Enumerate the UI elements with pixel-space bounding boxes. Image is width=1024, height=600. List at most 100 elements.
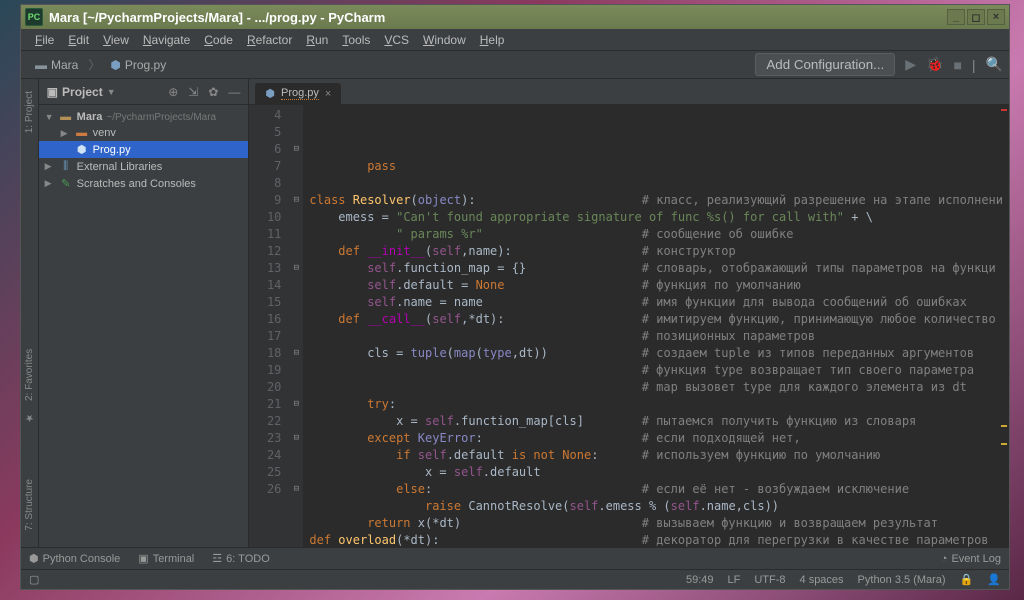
expand-icon[interactable]: ▶	[45, 161, 55, 172]
lock-icon[interactable]: 🔒	[960, 573, 974, 586]
tree-scratches[interactable]: ▶ ✎ Scratches and Consoles	[39, 175, 249, 192]
code-line[interactable]: # функция type возвращает тип своего пар…	[309, 362, 1003, 379]
status-left-icon[interactable]: ▢	[29, 573, 39, 586]
left-gutter: 1: Project ★ 2: Favorites 7: Structure	[21, 79, 39, 547]
tree-file-selected[interactable]: ⬢ Prog.py	[39, 141, 249, 158]
add-configuration-button[interactable]: Add Configuration...	[755, 53, 895, 76]
code-line[interactable]: # map вызовет type для каждого элемента …	[309, 379, 1003, 396]
inspector-icon[interactable]: 👤	[987, 573, 1001, 586]
bottom-toolbar: ⬢ Python Console ▣ Terminal ☲ 6: TODO ◔ …	[21, 547, 1009, 569]
menu-edit[interactable]: Edit	[62, 31, 95, 49]
menu-tools[interactable]: Tools	[336, 31, 376, 49]
breadcrumb-root[interactable]: ▬ Mara	[27, 56, 86, 74]
breadcrumb-separator: 〉	[88, 56, 100, 73]
menu-view[interactable]: View	[97, 31, 135, 49]
expand-icon[interactable]: ▶	[61, 128, 71, 139]
maximize-button[interactable]: ◻	[967, 9, 985, 25]
code-line[interactable]: emess = "Can't found appropriate signatu…	[309, 209, 1003, 226]
settings-icon[interactable]: ✿	[208, 85, 218, 99]
code-line[interactable]: # позиционных параметров	[309, 328, 1003, 345]
code-line[interactable]: self.default = None # функция по умолчан…	[309, 277, 1003, 294]
code-line[interactable]: cls = tuple(map(type,dt)) # создаем tupl…	[309, 345, 1003, 362]
code-line[interactable]: class Resolver(object): # класс, реализу…	[309, 192, 1003, 209]
code-line[interactable]: pass	[309, 158, 1003, 175]
code-line[interactable]: " params %r" # сообщение об ошибке	[309, 226, 1003, 243]
event-log-button[interactable]: ◔ Event Log	[941, 553, 1001, 565]
tree-ext-lib[interactable]: ▶ ⫼ External Libraries	[39, 158, 249, 175]
hide-icon[interactable]: —	[228, 85, 240, 99]
menu-vcs[interactable]: VCS	[378, 31, 415, 49]
collapse-icon[interactable]: ⇲	[188, 85, 198, 99]
error-stripe[interactable]	[999, 105, 1009, 547]
code-line[interactable]: else: # если её нет - возбуждаем исключе…	[309, 481, 1003, 498]
gutter-project[interactable]: 1: Project	[22, 83, 37, 141]
divider: |	[972, 57, 976, 73]
expand-icon[interactable]: ▶	[45, 178, 55, 189]
library-icon: ⫼	[59, 160, 73, 173]
tree-venv[interactable]: ▶ ▬ venv	[39, 125, 249, 141]
expand-icon[interactable]: ▼	[45, 112, 55, 122]
error-marker[interactable]	[1001, 109, 1007, 111]
menu-help[interactable]: Help	[474, 31, 511, 49]
close-tab-icon[interactable]: ×	[325, 88, 331, 100]
panel-header: ▣ Project ▼ ⊕ ⇲ ✿ —	[39, 79, 249, 105]
panel-title[interactable]: ▣ Project ▼	[47, 85, 116, 99]
editor-tabs: ⬢ Prog.py ×	[249, 79, 1009, 105]
line-separator[interactable]: LF	[728, 574, 741, 586]
code-line[interactable]: x = self.default	[309, 464, 1003, 481]
indent[interactable]: 4 spaces	[800, 574, 844, 586]
run-icon[interactable]: ▶	[905, 56, 916, 73]
folder-icon: ▬	[59, 111, 73, 123]
editor-body[interactable]: 4567891011121314151617181920212223242526…	[249, 105, 1009, 547]
project-panel: ▣ Project ▼ ⊕ ⇲ ✿ — ▼ ▬ Mara ~/PycharmPr…	[39, 79, 250, 547]
menu-code[interactable]: Code	[198, 31, 239, 49]
menu-window[interactable]: Window	[417, 31, 472, 49]
breadcrumb-file-label: Prog.py	[125, 58, 166, 72]
code-line[interactable]: try:	[309, 396, 1003, 413]
gutter-favorites[interactable]: ★ 2: Favorites	[22, 333, 37, 431]
todo-icon: ☲	[212, 552, 222, 565]
debug-icon[interactable]: 🐞	[926, 56, 943, 73]
menu-navigate[interactable]: Navigate	[137, 31, 196, 49]
encoding[interactable]: UTF-8	[754, 574, 785, 586]
menu-file[interactable]: File	[29, 31, 60, 49]
titlebar[interactable]: PC Mara [~/PycharmProjects/Mara] - .../p…	[21, 5, 1009, 29]
code-line[interactable]: self.name = name # имя функции для вывод…	[309, 294, 1003, 311]
terminal-button[interactable]: ▣ Terminal	[138, 552, 194, 565]
fold-gutter: ⊟⊟⊟⊟⊟⊟⊟	[289, 105, 303, 547]
tree-root[interactable]: ▼ ▬ Mara ~/PycharmProjects/Mara	[39, 109, 249, 125]
locate-icon[interactable]: ⊕	[168, 85, 178, 99]
code-line[interactable]: if self.default is not None: # используе…	[309, 447, 1003, 464]
gutter-structure[interactable]: 7: Structure	[22, 471, 37, 539]
python-icon: ⬢	[265, 87, 275, 100]
menu-run[interactable]: Run	[300, 31, 334, 49]
search-icon[interactable]: 🔍	[986, 56, 1003, 73]
tab-progpy[interactable]: ⬢ Prog.py ×	[255, 83, 341, 104]
code-line[interactable]: def overload(*dt): # декоратор для перег…	[309, 532, 1003, 547]
code-line[interactable]: return x(*dt) # вызываем функцию и возвр…	[309, 515, 1003, 532]
code-line[interactable]: self.function_map = {} # словарь, отобра…	[309, 260, 1003, 277]
code-line[interactable]: except KeyError: # если подходящей нет,	[309, 430, 1003, 447]
interpreter[interactable]: Python 3.5 (Mara)	[858, 574, 946, 586]
menu-refactor[interactable]: Refactor	[241, 31, 298, 49]
code-line[interactable]: def __call__(self,*dt): # имитируем функ…	[309, 311, 1003, 328]
python-console-button[interactable]: ⬢ Python Console	[29, 552, 120, 565]
folder-icon: ▬	[35, 58, 47, 72]
code-line[interactable]: def __init__(self,name): # конструктор	[309, 243, 1003, 260]
close-button[interactable]: ×	[987, 9, 1005, 25]
line-numbers: 4567891011121314151617181920212223242526	[249, 105, 289, 547]
code-line[interactable]: x = self.function_map[cls] # пытаемся по…	[309, 413, 1003, 430]
breadcrumb-file[interactable]: ⬢ Prog.py	[102, 56, 174, 74]
code-line[interactable]: raise CannotResolve(self.emess % (self.n…	[309, 498, 1003, 515]
terminal-icon: ▣	[138, 552, 148, 565]
minimize-button[interactable]: _	[947, 9, 965, 25]
stop-icon[interactable]: ■	[953, 57, 961, 73]
code-content[interactable]: pass class Resolver(object): # класс, реа…	[303, 105, 1009, 547]
scratches-icon: ✎	[59, 177, 73, 190]
todo-button[interactable]: ☲ 6: TODO	[212, 552, 269, 565]
code-line[interactable]	[309, 175, 1003, 192]
cursor-position[interactable]: 59:49	[686, 574, 714, 586]
warning-marker[interactable]	[1001, 443, 1007, 445]
window-title: Mara [~/PycharmProjects/Mara] - .../prog…	[49, 10, 947, 25]
warning-marker[interactable]	[1001, 425, 1007, 427]
